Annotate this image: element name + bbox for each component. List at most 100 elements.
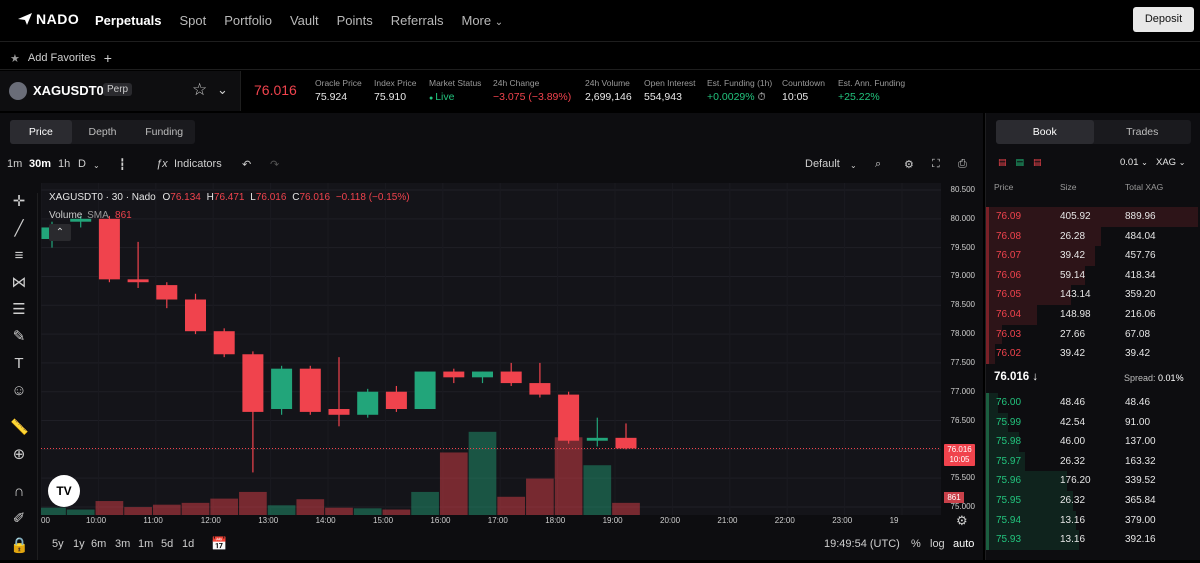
unit-select[interactable]: XAG ⌄ (1156, 157, 1185, 168)
range-3m[interactable]: 3m (115, 538, 130, 550)
bid-row[interactable]: 75.98 46.00 137.00 (986, 432, 1200, 452)
stat-label: Est. Funding (1h) (707, 78, 773, 88)
range-5d[interactable]: 5d (161, 538, 173, 550)
settings-gear-icon[interactable]: ⚙ (904, 158, 914, 171)
ruler-icon[interactable]: 📏 (10, 419, 29, 437)
tradingview-logo-icon[interactable]: TV (48, 475, 80, 507)
price-axis[interactable]: 80.500 80.000 79.500 79.000 78.500 78.000 77.5… (943, 183, 983, 519)
tab-book[interactable]: Book (996, 120, 1094, 144)
bid-row[interactable]: 75.95 26.32 365.84 (986, 491, 1200, 511)
brand-logo[interactable]: NADO (18, 11, 79, 27)
ask-row[interactable]: 76.02 39.42 39.42 (986, 344, 1200, 364)
nav-vault[interactable]: Vault (290, 13, 319, 28)
calendar-icon[interactable]: 📅 (211, 536, 227, 552)
book-view-asks-icon[interactable]: ▤ (1033, 157, 1042, 168)
ask-row[interactable]: 76.09 405.92 889.96 (986, 207, 1200, 227)
range-1y[interactable]: 1y (73, 538, 85, 550)
camera-snapshot-icon[interactable]: ⎙ (958, 158, 967, 171)
volume-bar (439, 452, 468, 515)
header-size: Size (1060, 182, 1077, 192)
stat-value-text: Live (435, 91, 455, 103)
nav-portfolio[interactable]: Portfolio (224, 13, 272, 28)
interval-1m[interactable]: 1m (7, 158, 22, 170)
book-total: 48.46 (1125, 397, 1151, 408)
interval-d[interactable]: D (78, 158, 86, 170)
nav-more[interactable]: More ⌄ (462, 13, 504, 28)
bid-row[interactable]: 75.99 42.54 91.00 (986, 412, 1200, 433)
chevron-down-icon[interactable]: ⌄ (850, 161, 857, 170)
tick-size-select[interactable]: 0.01 ⌄ (1120, 157, 1148, 168)
candle-body (242, 354, 264, 412)
price-chart[interactable] (38, 183, 941, 515)
zoom-in-icon[interactable]: ⊕ (10, 446, 28, 464)
tab-funding[interactable]: Funding (133, 120, 195, 144)
market-selector[interactable]: XAGUSDT0 Perp ☆ ⌄ (0, 71, 241, 111)
indicators-icon[interactable]: ƒx (156, 158, 168, 170)
candles-type-icon[interactable]: ┇ (119, 158, 126, 171)
book-view-bids-icon[interactable]: ▤ (1016, 157, 1025, 168)
pattern-icon[interactable]: ⋈ (10, 274, 28, 292)
bid-row[interactable]: 75.93 13.16 392.16 (986, 530, 1200, 550)
tab-depth[interactable]: Depth (72, 120, 134, 144)
deposit-button[interactable]: Deposit (1133, 7, 1194, 32)
log-toggle[interactable]: log (930, 538, 945, 550)
trendline-icon[interactable]: ╱ (10, 220, 28, 238)
x-tick: 00 (41, 516, 50, 525)
nav-referrals[interactable]: Referrals (391, 13, 444, 28)
percent-toggle[interactable]: % (911, 538, 921, 550)
book-view-both-icon[interactable]: ▤ (998, 157, 1007, 168)
favorite-star-icon[interactable]: ☆ (192, 80, 207, 100)
chevron-down-icon[interactable]: ⌄ (93, 161, 100, 170)
range-5y[interactable]: 5y (52, 538, 64, 550)
range-1d[interactable]: 1d (182, 538, 194, 550)
interval-30m[interactable]: 30m (29, 158, 51, 170)
brush-icon[interactable]: ✎ (10, 328, 28, 346)
collapse-legend-icon[interactable]: ⌃ (49, 224, 71, 241)
undo-icon[interactable]: ↶ (242, 158, 251, 171)
fib-icon[interactable]: ☰ (10, 301, 28, 319)
auto-toggle[interactable]: auto (953, 538, 974, 550)
range-1m[interactable]: 1m (138, 538, 153, 550)
range-6m[interactable]: 6m (91, 538, 106, 550)
time-axis[interactable]: 00 10:00 11:00 12:00 13:00 14:00 15:00 16:00 17:… (41, 514, 941, 530)
layout-select[interactable]: Default (805, 158, 840, 170)
crosshair-icon[interactable]: ✛ (10, 193, 28, 211)
text-tool-icon[interactable]: T (10, 355, 28, 373)
nav-points[interactable]: Points (337, 13, 373, 28)
nav-spot[interactable]: Spot (179, 13, 206, 28)
market-stat: Market Status ● Live (429, 78, 481, 103)
ask-row[interactable]: 76.05 143.14 359.20 (986, 285, 1200, 305)
bid-row[interactable]: 75.96 176.20 339.52 (986, 471, 1200, 491)
horizontal-lines-icon[interactable]: ≡ (10, 247, 28, 265)
tab-trades[interactable]: Trades (1094, 120, 1192, 144)
unit-value: XAG (1156, 157, 1177, 168)
utc-clock[interactable]: 19:49:54 (UTC) (824, 538, 900, 550)
ask-row[interactable]: 76.06 59.14 418.34 (986, 265, 1200, 286)
interval-1h[interactable]: 1h (58, 158, 70, 170)
book-price: 76.09 (996, 211, 1022, 222)
bid-row[interactable]: 76.00 48.46 48.46 (986, 393, 1200, 413)
chart-settings-gear-icon[interactable]: ⚙ (956, 513, 968, 529)
bid-row[interactable]: 75.97 26.32 163.32 (986, 451, 1200, 472)
tab-price[interactable]: Price (10, 120, 72, 144)
lock-icon[interactable]: 🔒 (10, 537, 29, 555)
quick-search-icon[interactable]: ⌕ (875, 158, 881, 171)
emoji-icon[interactable]: ☺ (10, 382, 28, 400)
magnet-icon[interactable]: ∩ (10, 483, 28, 501)
x-tick: 18:00 (545, 516, 566, 525)
ask-row[interactable]: 76.03 27.66 67.08 (986, 324, 1200, 345)
y-tick: 77.000 (950, 386, 975, 396)
fullscreen-icon[interactable]: ⛶ (932, 158, 940, 171)
volume-bar (554, 437, 583, 515)
candle-body (385, 391, 407, 410)
ask-row[interactable]: 76.04 148.98 216.06 (986, 305, 1200, 325)
nav-perpetuals[interactable]: Perpetuals (95, 13, 161, 28)
redo-icon[interactable]: ↷ (270, 158, 279, 171)
ask-row[interactable]: 76.08 26.28 484.04 (986, 226, 1200, 247)
chevron-down-icon[interactable]: ⌄ (217, 82, 228, 98)
indicators-button[interactable]: Indicators (174, 158, 222, 170)
lock-drawing-icon[interactable]: ✐ (10, 510, 28, 528)
ask-row[interactable]: 76.07 39.42 457.76 (986, 246, 1200, 266)
bid-row[interactable]: 75.94 13.16 379.00 (986, 510, 1200, 531)
add-favorites[interactable]: ★ Add Favorites + (10, 50, 112, 66)
